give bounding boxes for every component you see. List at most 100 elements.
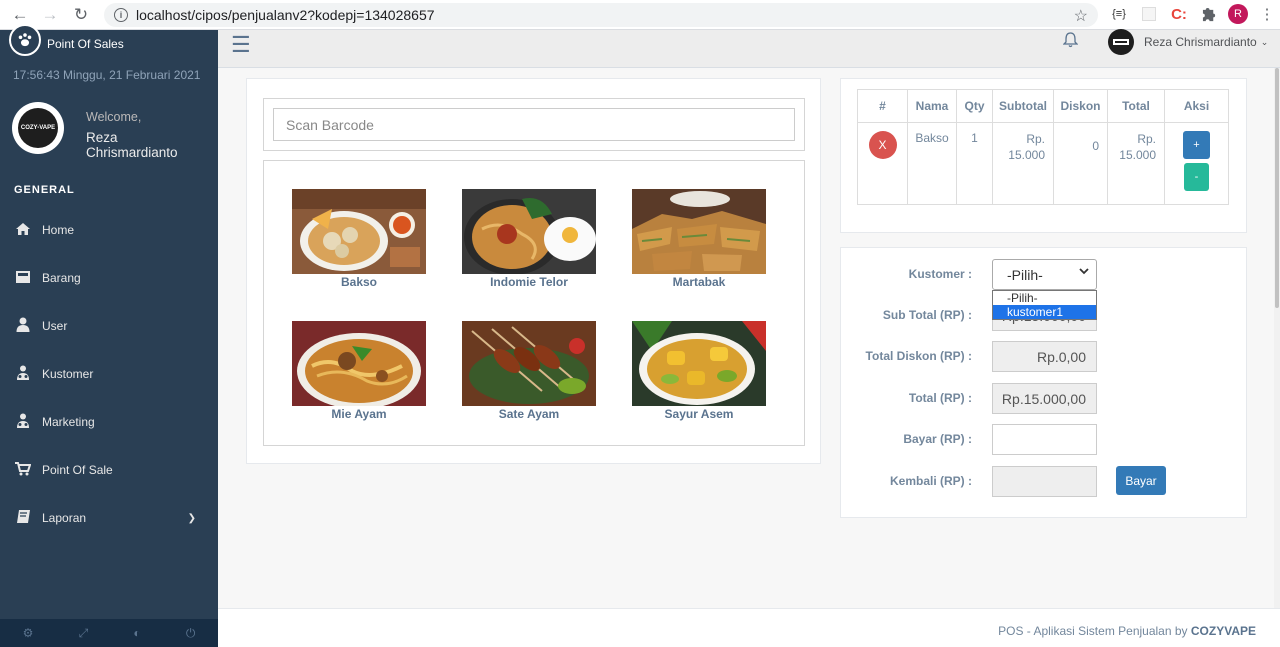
diskon-field: Rp.0,00 [992, 341, 1097, 372]
bayar-label: Bayar (RP) : [903, 432, 972, 446]
payment-panel: Kustomer : -Pilih- -Pilih- kustomer1 Sub… [840, 247, 1247, 518]
extension-c-icon[interactable]: C: [1168, 3, 1190, 25]
kembali-field [992, 466, 1097, 497]
sidebar-item-user[interactable]: User [0, 302, 218, 350]
users-icon [14, 365, 32, 383]
bayar-button[interactable]: Bayar [1116, 466, 1166, 495]
extensions-area: {≡} C: R ⋮ [1108, 3, 1278, 25]
eye-slash-icon[interactable]: ◐ [133, 626, 140, 640]
decrease-qty-button[interactable]: - [1184, 163, 1209, 191]
sidebar-item-label: Home [42, 223, 75, 237]
cell-diskon: 0 [1053, 122, 1108, 205]
product-card-mie-ayam[interactable]: Mie Ayam [292, 321, 426, 421]
product-card-sate-ayam[interactable]: Sate Ayam [462, 321, 596, 421]
datetime-text: 17:56:43 Minggu, 21 Februari 2021 [13, 68, 201, 82]
footer-caption: POS - Aplikasi Sistem Penjualan by [998, 624, 1188, 638]
product-image[interactable] [292, 321, 426, 406]
remove-item-button[interactable]: X [868, 131, 897, 159]
product-card-indomie-telor[interactable]: Indomie Telor [462, 189, 596, 289]
cell-aksi: + - [1164, 122, 1229, 205]
product-name: Sayur Asem [664, 407, 734, 421]
chevron-down-icon: ❯ [187, 512, 196, 524]
brand-title: Point Of Sales [47, 37, 124, 51]
scan-barcode-input[interactable] [273, 108, 795, 141]
product-grid: Bakso Indomie Telor Martabak Mie Ayam Sa… [263, 160, 805, 446]
url-text: localhost/cipos/penjualanv2?kodepj=13402… [136, 7, 435, 23]
avatar [1108, 29, 1134, 55]
settings-icon[interactable]: ⚙ [23, 626, 34, 640]
product-image[interactable] [462, 321, 596, 406]
sidebar-item-marketing[interactable]: Marketing [0, 398, 218, 446]
fullscreen-icon[interactable]: ⤢ [79, 626, 89, 641]
cell-subtotal: Rp. 15.000 [992, 122, 1054, 205]
subtotal-label: Sub Total (RP) : [882, 308, 972, 322]
footer-text: POS - Aplikasi Sistem Penjualan by COZYV… [998, 624, 1256, 638]
col-header-index: # [857, 89, 908, 123]
browser-toolbar: ← → ↻ i localhost/cipos/penjualanv2?kode… [0, 0, 1280, 30]
kustomer-select[interactable]: -Pilih- [992, 259, 1097, 290]
address-bar[interactable]: i localhost/cipos/penjualanv2?kodepj=134… [104, 3, 1098, 27]
sidebar-brand[interactable]: Point Of Sales [0, 24, 218, 58]
sidebar-item-point-of-sale[interactable]: Point Of Sale [0, 446, 218, 494]
puzzle-icon[interactable] [1198, 3, 1220, 25]
reload-icon[interactable]: ↻ [67, 1, 95, 29]
table-row: X Bakso 1 Rp. 15.000 0 Rp. 15.000 + - [857, 122, 1229, 205]
sidebar-item-label: Marketing [42, 415, 95, 429]
col-header-total: Total [1107, 89, 1165, 123]
menu-toggle-icon[interactable]: ☰ [231, 32, 251, 58]
product-image[interactable] [632, 321, 766, 406]
box-icon [14, 270, 32, 287]
sidebar-item-label: Laporan [42, 511, 87, 525]
power-icon[interactable]: ⏻ [186, 626, 196, 641]
info-icon[interactable]: i [114, 8, 128, 22]
bayar-field[interactable] [992, 424, 1097, 455]
main-content: Bakso Indomie Telor [218, 68, 1280, 608]
scrollbar-thumb[interactable] [1275, 68, 1279, 308]
extension-blank-icon[interactable] [1138, 3, 1160, 25]
footer-brand: COZYVAPE [1190, 624, 1256, 638]
product-card-bakso[interactable]: Bakso [292, 189, 426, 289]
bookmark-star-icon[interactable]: ☆ [1074, 6, 1088, 26]
product-image[interactable] [632, 189, 766, 274]
page-footer: POS - Aplikasi Sistem Penjualan by COZYV… [218, 608, 1280, 647]
cart-icon [14, 461, 32, 479]
forward-icon[interactable]: → [36, 1, 64, 29]
sidebar-item-barang[interactable]: Barang [0, 254, 218, 302]
sidebar-item-laporan[interactable]: Laporan ❯ [0, 494, 218, 542]
col-header-nama: Nama [907, 89, 957, 123]
sidebar-item-home[interactable]: Home [0, 206, 218, 254]
menu-kebab-icon[interactable]: ⋮ [1256, 3, 1278, 25]
bell-icon[interactable] [1062, 32, 1079, 53]
sidebar-menu: Home Barang User Kustomer Marketing Poin… [0, 206, 218, 542]
book-icon [14, 509, 32, 527]
cart-panel: # Nama Qty Subtotal Diskon Total Aksi X … [840, 78, 1247, 233]
menu-section-title: GENERAL [14, 184, 75, 196]
cell-total: Rp. 15.000 [1107, 122, 1165, 205]
sidebar-item-label: User [42, 319, 68, 333]
product-card-sayur-asem[interactable]: Sayur Asem [632, 321, 766, 421]
chevron-down-icon [1079, 267, 1089, 278]
profile-avatar[interactable]: R [1228, 4, 1248, 24]
sidebar-item-label: Kustomer [42, 367, 94, 381]
sidebar-item-kustomer[interactable]: Kustomer [0, 350, 218, 398]
col-header-diskon: Diskon [1053, 89, 1108, 123]
product-image[interactable] [462, 189, 596, 274]
dropdown-option[interactable]: kustomer1 [993, 305, 1096, 319]
scrollbar[interactable] [1274, 68, 1280, 608]
total-label: Total (RP) : [908, 391, 972, 405]
product-image[interactable] [292, 189, 426, 274]
increase-qty-button[interactable]: + [1183, 131, 1210, 159]
paw-icon [9, 24, 41, 56]
top-navbar: ☰ Reza Chrismardianto ⌄ [218, 29, 1280, 68]
extension-braces-icon[interactable]: {≡} [1108, 3, 1130, 25]
kustomer-dropdown-list: -Pilih- kustomer1 [992, 290, 1097, 320]
product-name: Mie Ayam [331, 407, 387, 421]
col-header-subtotal: Subtotal [992, 89, 1054, 123]
product-card-martabak[interactable]: Martabak [632, 189, 766, 289]
user-dropdown[interactable]: Reza Chrismardianto ⌄ [1108, 29, 1268, 55]
cart-table: # Nama Qty Subtotal Diskon Total Aksi X … [857, 89, 1229, 205]
product-panel: Bakso Indomie Telor [246, 78, 821, 464]
logo-cozyvape: COZY-VAPE [18, 108, 58, 148]
dropdown-option[interactable]: -Pilih- [993, 291, 1096, 305]
sidebar: Point Of Sales 17:56:43 Minggu, 21 Febru… [0, 24, 218, 647]
